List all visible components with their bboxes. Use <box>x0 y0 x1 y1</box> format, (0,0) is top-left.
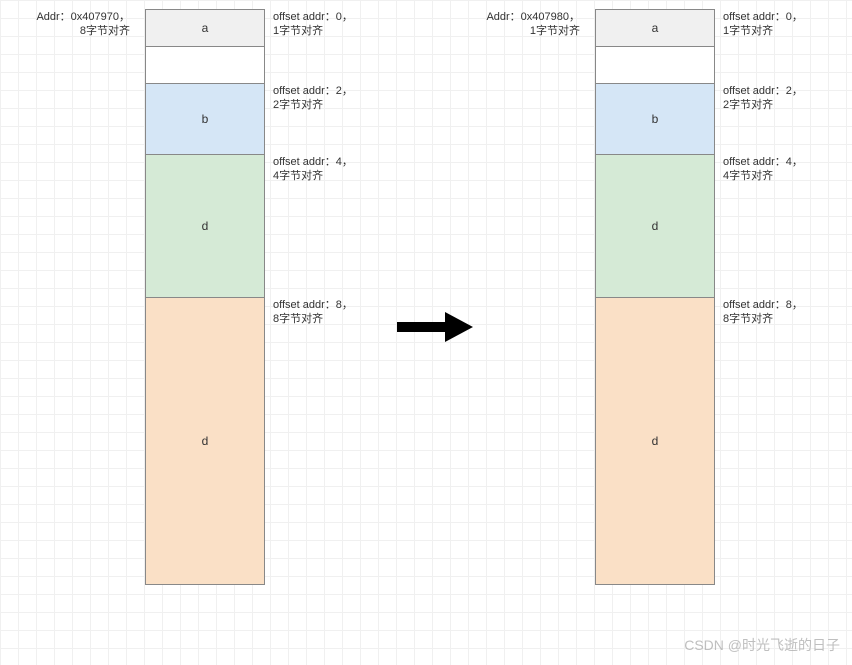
offset-0-label: offset addr：0， 1字节对齐 <box>273 10 353 39</box>
offset-4-line2: 4字节对齐 <box>273 169 353 183</box>
field-padding <box>595 46 715 84</box>
field-b: b <box>595 83 715 155</box>
offset-2-line1: offset addr：2， <box>723 84 803 98</box>
field-a: a <box>145 9 265 47</box>
offset-8-line2: 8字节对齐 <box>723 312 803 326</box>
left-base-addr-label: Addr：0x407970， 8字节对齐 <box>36 10 130 39</box>
field-d-label: d <box>652 434 659 448</box>
field-c-label: d <box>652 219 659 233</box>
right-boxes: a b d d <box>595 10 715 585</box>
left-addr-line2: 8字节对齐 <box>36 24 130 38</box>
offset-2-label: offset addr：2， 2字节对齐 <box>723 84 803 113</box>
offset-4-line1: offset addr：4， <box>273 155 353 169</box>
field-d-label: d <box>202 434 209 448</box>
offset-8-line1: offset addr：8， <box>723 298 803 312</box>
offset-0-line2: 1字节对齐 <box>723 24 803 38</box>
offset-0-line1: offset addr：0， <box>273 10 353 24</box>
offset-8-label: offset addr：8， 8字节对齐 <box>273 298 353 327</box>
offset-2-line2: 2字节对齐 <box>723 98 803 112</box>
offset-4-line2: 4字节对齐 <box>723 169 803 183</box>
offset-2-line1: offset addr：2， <box>273 84 353 98</box>
field-c-label: d <box>202 219 209 233</box>
left-boxes: a b d d <box>145 10 265 585</box>
right-addr-line1: Addr：0x407980， <box>486 10 580 24</box>
field-c: d <box>145 154 265 298</box>
right-addr-line2: 1字节对齐 <box>486 24 580 38</box>
offset-8-line2: 8字节对齐 <box>273 312 353 326</box>
offset-4-line1: offset addr：4， <box>723 155 803 169</box>
diagram-container: Addr：0x407970， 8字节对齐 a b d d offset addr… <box>0 0 852 665</box>
field-c: d <box>595 154 715 298</box>
offset-4-label: offset addr：4， 4字节对齐 <box>273 155 353 184</box>
offset-8-line1: offset addr：8， <box>273 298 353 312</box>
field-d: d <box>145 297 265 585</box>
field-b-label: b <box>652 112 659 126</box>
offset-2-line2: 2字节对齐 <box>273 98 353 112</box>
field-a-label: a <box>202 21 209 35</box>
offset-0-label: offset addr：0， 1字节对齐 <box>723 10 803 39</box>
offset-0-line1: offset addr：0， <box>723 10 803 24</box>
offset-4-label: offset addr：4， 4字节对齐 <box>723 155 803 184</box>
field-padding <box>145 46 265 84</box>
field-a: a <box>595 9 715 47</box>
offset-2-label: offset addr：2， 2字节对齐 <box>273 84 353 113</box>
field-a-label: a <box>652 21 659 35</box>
arrow-icon <box>395 310 473 349</box>
field-b: b <box>145 83 265 155</box>
offset-8-label: offset addr：8， 8字节对齐 <box>723 298 803 327</box>
left-addr-line1: Addr：0x407970， <box>36 10 130 24</box>
watermark-text: CSDN @时光飞逝的日子 <box>684 635 840 655</box>
right-base-addr-label: Addr：0x407980， 1字节对齐 <box>486 10 580 39</box>
field-d: d <box>595 297 715 585</box>
offset-0-line2: 1字节对齐 <box>273 24 353 38</box>
field-b-label: b <box>202 112 209 126</box>
